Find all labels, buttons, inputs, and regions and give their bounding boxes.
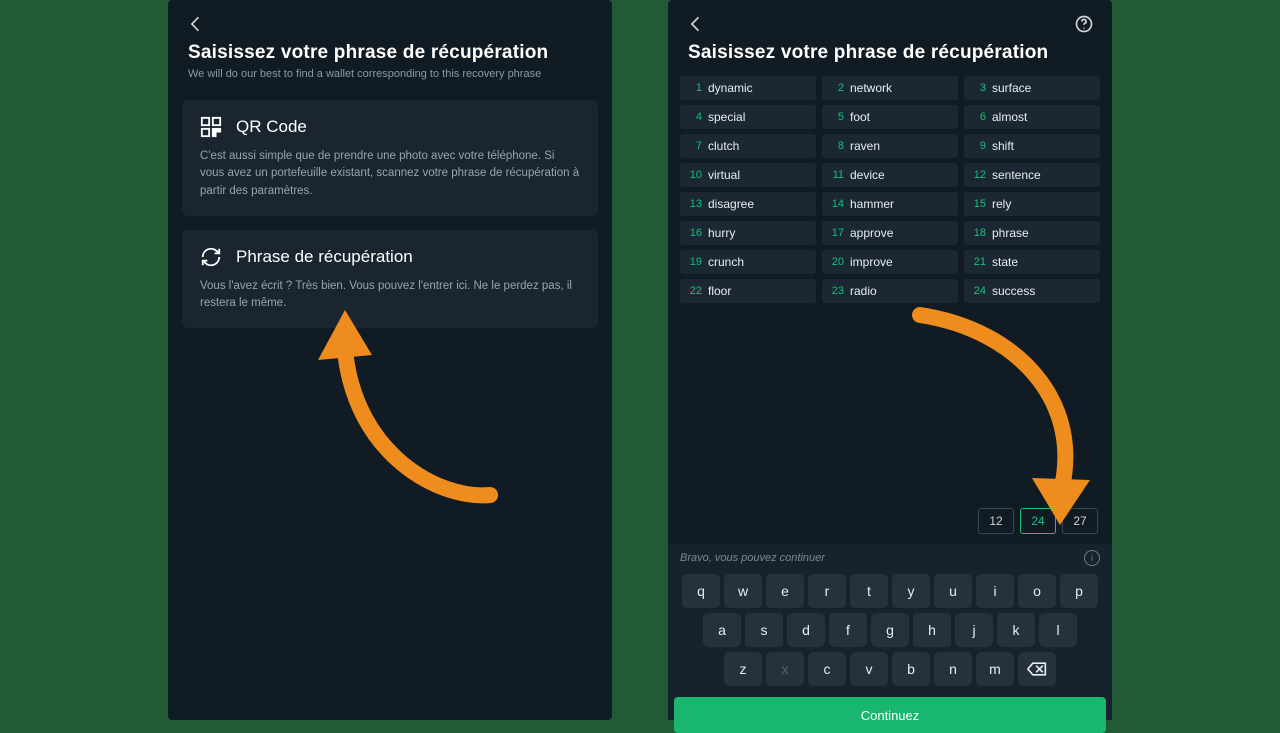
key-w[interactable]: w (724, 574, 762, 608)
key-s[interactable]: s (745, 613, 783, 647)
key-l[interactable]: l (1039, 613, 1077, 647)
key-a[interactable]: a (703, 613, 741, 647)
seed-word[interactable]: 24success (964, 279, 1100, 303)
key-y[interactable]: y (892, 574, 930, 608)
key-x[interactable]: x (766, 652, 804, 686)
seed-word[interactable]: 2network (822, 76, 958, 100)
word-count-option[interactable]: 12 (978, 508, 1014, 534)
key-h[interactable]: h (913, 613, 951, 647)
key-v[interactable]: v (850, 652, 888, 686)
key-k[interactable]: k (997, 613, 1035, 647)
word-count-picker: 122427 (978, 508, 1098, 534)
seed-word[interactable]: 11device (822, 163, 958, 187)
key-f[interactable]: f (829, 613, 867, 647)
seed-word[interactable]: 22floor (680, 279, 816, 303)
seed-word[interactable]: 23radio (822, 279, 958, 303)
key-c[interactable]: c (808, 652, 846, 686)
key-d[interactable]: d (787, 613, 825, 647)
phrase-desc: Vous l'avez écrit ? Très bien. Vous pouv… (200, 278, 580, 313)
seed-word[interactable]: 17approve (822, 221, 958, 245)
qr-label: QR Code (236, 117, 307, 137)
seed-word[interactable]: 15rely (964, 192, 1100, 216)
page-title: Saisissez votre phrase de récupération (688, 42, 1092, 64)
seed-word[interactable]: 10virtual (680, 163, 816, 187)
key-n[interactable]: n (934, 652, 972, 686)
word-count-option[interactable]: 27 (1062, 508, 1098, 534)
continue-button[interactable]: Continuez (674, 697, 1106, 733)
seed-word[interactable]: 16hurry (680, 221, 816, 245)
key-q[interactable]: q (682, 574, 720, 608)
key-i[interactable]: i (976, 574, 1014, 608)
seed-word-grid: 1dynamic2network3surface 4special5foot6al… (680, 76, 1100, 303)
seed-word[interactable]: 4special (680, 105, 816, 129)
key-m[interactable]: m (976, 652, 1014, 686)
import-method-screen: Saisissez votre phrase de récupération W… (168, 0, 612, 720)
recovery-phrase-option[interactable]: Phrase de récupération Vous l'avez écrit… (182, 230, 598, 329)
page-title: Saisissez votre phrase de récupération (188, 42, 592, 64)
qr-desc: C'est aussi simple que de prendre une ph… (200, 148, 580, 200)
key-z[interactable]: z (724, 652, 762, 686)
help-icon[interactable] (1074, 14, 1094, 34)
key-b[interactable]: b (892, 652, 930, 686)
seed-word[interactable]: 5foot (822, 105, 958, 129)
topbar (168, 0, 612, 34)
phrase-label: Phrase de récupération (236, 247, 413, 267)
qr-icon (200, 116, 222, 138)
header: Saisissez votre phrase de récupération (668, 34, 1112, 70)
back-icon[interactable] (186, 14, 206, 34)
seed-word[interactable]: 20improve (822, 250, 958, 274)
keyboard: qwertyuiop asdfghjkl zxcvbnm (668, 572, 1112, 697)
page-subtitle: We will do our best to find a wallet cor… (188, 68, 592, 80)
seed-word[interactable]: 18phrase (964, 221, 1100, 245)
back-icon[interactable] (686, 14, 706, 34)
key-u[interactable]: u (934, 574, 972, 608)
refresh-icon (200, 246, 222, 268)
seed-word[interactable]: 6almost (964, 105, 1100, 129)
seed-word[interactable]: 9shift (964, 134, 1100, 158)
key-t[interactable]: t (850, 574, 888, 608)
backspace-key[interactable] (1018, 652, 1056, 686)
seed-word[interactable]: 7clutch (680, 134, 816, 158)
header: Saisissez votre phrase de récupération W… (168, 34, 612, 86)
seed-word[interactable]: 14hammer (822, 192, 958, 216)
ime-hint: Bravo, vous pouvez continuer (680, 552, 825, 564)
seed-word[interactable]: 3surface (964, 76, 1100, 100)
info-icon[interactable]: i (1084, 550, 1100, 566)
key-r[interactable]: r (808, 574, 846, 608)
qr-code-option[interactable]: QR Code C'est aussi simple que de prendr… (182, 100, 598, 216)
seed-word[interactable]: 19crunch (680, 250, 816, 274)
seed-word[interactable]: 13disagree (680, 192, 816, 216)
word-count-option[interactable]: 24 (1020, 508, 1056, 534)
topbar (668, 0, 1112, 34)
key-p[interactable]: p (1060, 574, 1098, 608)
key-o[interactable]: o (1018, 574, 1056, 608)
seed-word[interactable]: 12sentence (964, 163, 1100, 187)
seed-word[interactable]: 21state (964, 250, 1100, 274)
key-e[interactable]: e (766, 574, 804, 608)
key-g[interactable]: g (871, 613, 909, 647)
key-j[interactable]: j (955, 613, 993, 647)
seed-word[interactable]: 8raven (822, 134, 958, 158)
seed-word[interactable]: 1dynamic (680, 76, 816, 100)
keyboard-area: Bravo, vous pouvez continuer i qwertyuio… (668, 544, 1112, 720)
enter-phrase-screen: Saisissez votre phrase de récupération 1… (668, 0, 1112, 720)
